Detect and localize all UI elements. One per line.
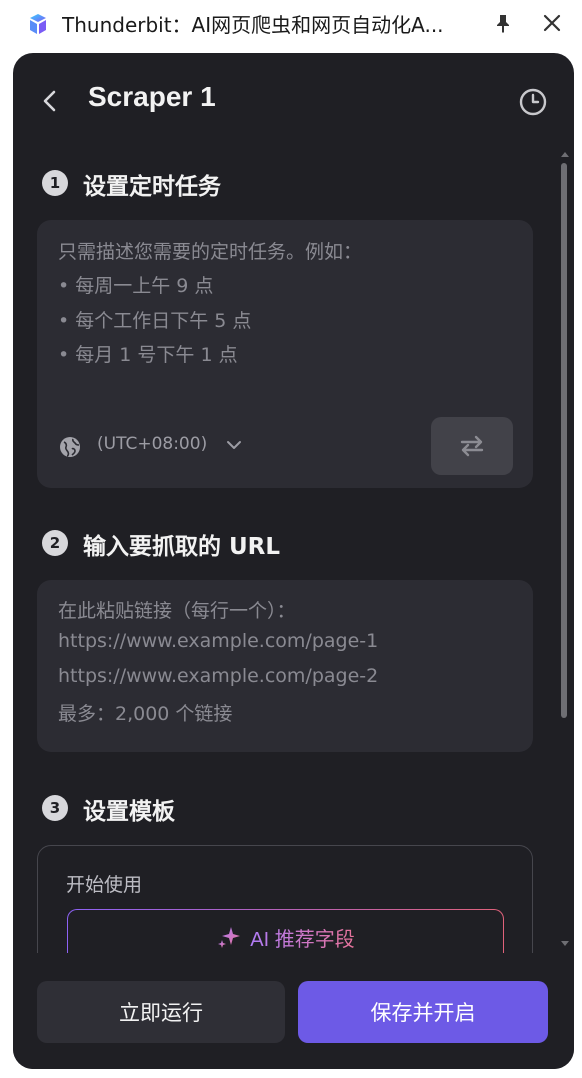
history-clock-icon[interactable] — [517, 86, 549, 118]
scroll-up-arrow-icon[interactable] — [560, 150, 570, 158]
url-placeholder-line: https://www.example.com/page-1 — [58, 630, 379, 652]
window-title: Thunderbit：AI网页爬虫和网页自动化A... — [62, 13, 444, 37]
convert-schedule-button[interactable] — [431, 417, 513, 475]
ai-button-label: AI 推荐字段 — [250, 923, 354, 952]
thunderbit-logo-icon — [30, 14, 46, 34]
url-placeholder-line: 最多：2,000 个链接 — [58, 703, 233, 725]
section-3-title: 设置模板 — [83, 799, 175, 825]
scrollbar-thumb[interactable] — [561, 163, 567, 718]
url-placeholder-line: https://www.example.com/page-2 — [58, 665, 379, 687]
section-1-title: 设置定时任务 — [83, 174, 221, 200]
schedule-placeholder-line: • 每个工作日下午 5 点 — [58, 310, 252, 332]
swap-arrows-icon — [460, 435, 484, 457]
back-icon[interactable] — [39, 88, 61, 114]
scraper-panel: Scraper 1 1 设置定时任务 只需描述您需要的定时任务。例如： • 每周… — [13, 53, 574, 1069]
section-1-number: 1 — [42, 170, 68, 196]
page-title: Scraper 1 — [88, 81, 216, 112]
url-input[interactable]: 在此粘贴链接（每行一个）： https://www.example.com/pa… — [37, 580, 533, 752]
pin-icon[interactable] — [492, 12, 514, 34]
schedule-placeholder-line: • 每周一上午 9 点 — [58, 275, 214, 297]
schedule-placeholder-line: 只需描述您需要的定时任务。例如： — [58, 241, 363, 263]
chevron-down-icon[interactable] — [225, 438, 243, 452]
section-3-number: 3 — [42, 795, 68, 821]
save-and-enable-button[interactable]: 保存并开启 — [298, 981, 548, 1043]
close-icon[interactable] — [541, 12, 563, 34]
sparkle-icon — [218, 927, 241, 948]
url-placeholder-line: 在此粘贴链接（每行一个）： — [58, 600, 296, 622]
window-titlebar: Thunderbit：AI网页爬虫和网页自动化A... — [0, 0, 582, 48]
section-2-number: 2 — [42, 530, 68, 556]
schedule-input[interactable]: 只需描述您需要的定时任务。例如： • 每周一上午 9 点 • 每个工作日下午 5… — [37, 220, 533, 488]
timezone-select[interactable]: (UTC+08:00) — [97, 434, 207, 454]
schedule-placeholder-line: • 每月 1 号下午 1 点 — [58, 344, 238, 366]
run-now-button[interactable]: 立即运行 — [37, 981, 285, 1043]
scroll-down-arrow-icon[interactable] — [560, 940, 570, 948]
globe-icon[interactable] — [59, 436, 81, 458]
start-using-label: 开始使用 — [66, 874, 143, 896]
footer-actions: 立即运行 保存并开启 — [13, 953, 574, 1069]
section-2-title: 输入要抓取的 URL — [83, 534, 281, 560]
